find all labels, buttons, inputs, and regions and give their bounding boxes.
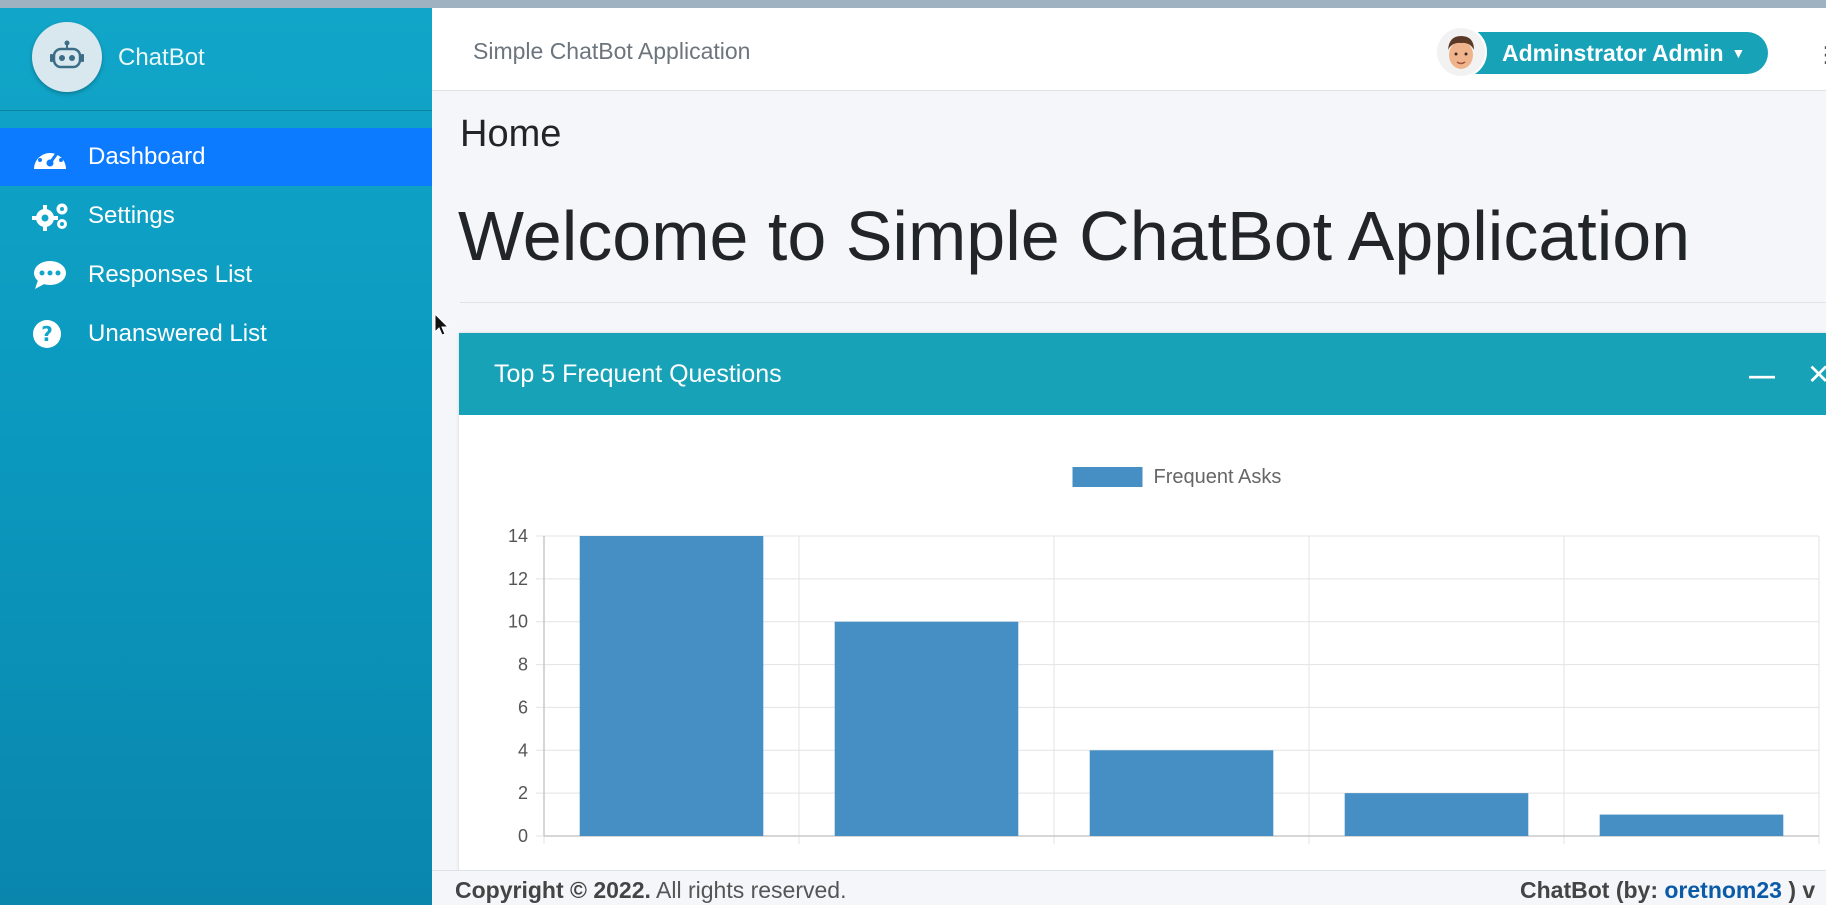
avatar[interactable] [1435,26,1487,78]
caret-down-icon: ▼ [1731,45,1746,61]
user-name: Adminstrator Admin [1502,39,1724,66]
window-top-strip [0,0,1826,8]
y-tick-label: 14 [508,526,528,546]
y-tick-label: 2 [518,783,528,803]
rights-label: All rights reserved. [656,877,847,903]
sidebar-item-responses-list[interactable]: Responses List [0,246,432,304]
gears-icon [32,201,70,231]
y-tick-label: 12 [508,569,528,589]
robot-logo-icon [32,22,102,92]
sidebar-item-unanswered-list[interactable]: ? Unanswered List [0,305,432,363]
bar [834,621,1019,836]
sidebar-item-label: Dashboard [88,143,206,170]
sidebar-item-settings[interactable]: Settings [0,187,432,245]
bar [579,536,764,836]
copyright-label: Copyright © 2022. [455,877,651,903]
card-header: Top 5 Frequent Questions — ✕ [459,333,1826,415]
comment-dots-icon [32,260,70,290]
sidebar-item-label: Settings [88,202,175,229]
minimize-icon[interactable]: — [1749,360,1775,391]
sidebar-item-label: Responses List [88,261,253,288]
sidebar-nav: Dashboard Settings Responses List ? Unan… [0,128,432,363]
author-link[interactable]: oretnom23 [1664,877,1782,903]
svg-text:?: ? [41,322,53,346]
credit-text: ChatBot (by: oretnom23 ) v [1520,877,1815,904]
y-tick-label: 4 [518,740,528,760]
legend-swatch [1072,467,1143,487]
bar [1599,814,1784,836]
footer: Copyright © 2022. All rights reserved. C… [432,870,1826,905]
legend-label: Frequent Asks [1154,466,1282,488]
top-navbar: Simple ChatBot Application Adminstrator … [432,8,1826,91]
y-tick-label: 8 [518,655,528,675]
bar [1344,793,1529,836]
divider [460,302,1826,303]
frequent-questions-card: Top 5 Frequent Questions — ✕ 0 2 4 6 8 10 12 14… [459,333,1826,905]
bar [1089,750,1274,836]
copyright-text: Copyright © 2022. All rights reserved. [455,877,846,904]
question-circle-icon: ? [32,319,70,349]
close-icon[interactable]: ✕ [1807,358,1826,391]
user-menu-button[interactable]: Adminstrator Admin ▼ [1442,32,1768,74]
credit-suffix: ) v [1781,877,1816,903]
card-title: Top 5 Frequent Questions [494,359,782,388]
brand-link[interactable]: ChatBot [0,8,432,111]
tachometer-icon [32,142,70,172]
more-vertical-icon[interactable]: ⋮ [1815,42,1826,68]
y-tick-label: 6 [518,697,528,717]
bar-chart: 0 2 4 6 8 10 12 14 Frequent Asks [508,466,1820,846]
brand-name: ChatBot [118,44,205,71]
welcome-heading: Welcome to Simple ChatBot Application [458,197,1691,275]
mouse-cursor-icon [434,313,450,336]
sidebar-item-dashboard[interactable]: Dashboard [0,128,432,186]
y-tick-label: 10 [508,612,528,632]
credit-prefix: ChatBot (by: [1520,877,1665,903]
page-title: Home [460,113,562,155]
y-tick-label: 0 [518,826,528,846]
sidebar-item-label: Unanswered List [88,320,267,347]
app-title[interactable]: Simple ChatBot Application [473,38,750,65]
sidebar: ChatBot Dashboard Settings Responses Lis… [0,8,432,905]
